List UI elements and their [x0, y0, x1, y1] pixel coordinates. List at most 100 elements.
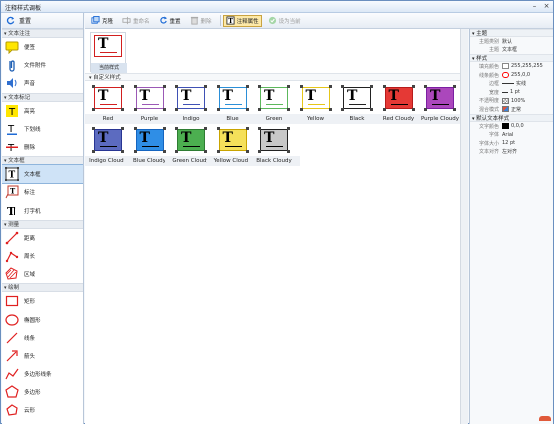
annotation-type-item[interactable]: T 高亮 [2, 102, 83, 120]
width-row[interactable]: 宽度 1 pt [470, 88, 553, 97]
ellipse-icon [5, 313, 19, 327]
properties-button[interactable]: T 注释属性 [222, 14, 262, 27]
style-swatch[interactable]: T Indigo Cloudy [85, 127, 134, 167]
annotation-style-palette-window: 注释样式调板 – × 重置 文本注注便签文件附件声音文本标记 T 高亮 T 下划线 T 删除… [0, 0, 554, 424]
current-style-preview[interactable]: T 当前样式 [90, 32, 127, 73]
rename-button[interactable]: 重命名 [119, 15, 153, 27]
annotation-type-item[interactable]: 箭头 [2, 347, 83, 365]
width-value: 1 pt [510, 89, 520, 96]
opacity-row[interactable]: 不透明度 100% [470, 97, 553, 106]
clone-button[interactable]: 克隆 [88, 15, 116, 27]
style-swatch[interactable]: T Purple Cloudy [414, 85, 466, 125]
style-swatch[interactable]: T Red Cloudy [372, 85, 425, 125]
opacity-checker-icon [502, 97, 509, 104]
style-thumbnail: T [299, 85, 332, 111]
fill-color-row[interactable]: 填充颜色 255,255,255 [470, 62, 553, 71]
annotation-type-label: 多边形 [24, 390, 41, 397]
category-header[interactable]: 测量 [2, 219, 83, 229]
typewriter-icon: T [5, 204, 19, 218]
custom-styles-section-header[interactable]: 自定义样式 [85, 73, 468, 81]
set-current-button[interactable]: 设为当前 [265, 15, 304, 27]
annotation-type-item[interactable]: 矩形 [2, 292, 83, 310]
annotation-type-label: 声音 [24, 81, 36, 88]
annotation-type-item[interactable]: 声音 [2, 74, 83, 92]
reset-all-button[interactable]: 重置 [2, 13, 83, 29]
svg-text:T: T [9, 171, 16, 181]
textbox-icon: T [5, 167, 19, 182]
delete-button[interactable]: 删除 [187, 15, 215, 27]
properties-icon: T [226, 16, 235, 25]
style-swatch[interactable]: T Black [331, 85, 383, 125]
font-size-row[interactable]: 字体大小 12 pt [470, 139, 553, 148]
line-color-swatch[interactable] [502, 72, 509, 79]
style-swatch[interactable]: T Blue Cloudy [123, 127, 176, 167]
width-key: 宽度 [488, 89, 499, 96]
close-icon[interactable]: × [540, 2, 553, 11]
style-swatch[interactable]: T Green Cloudy [165, 127, 217, 167]
category-header[interactable]: 文本框 [2, 156, 83, 166]
style-name: Black Cloudy [248, 156, 300, 166]
style-swatch[interactable]: T Red [85, 85, 134, 125]
annotation-type-item[interactable]: 多边形线条 [2, 365, 83, 383]
line-color-row[interactable]: 线条颜色 255,0,0 [470, 71, 553, 80]
align-value: 左对齐 [502, 149, 518, 156]
title-bar: 注释样式调板 – × [1, 1, 553, 13]
annotation-type-item[interactable]: 线条 [2, 329, 83, 347]
blend-mode-row[interactable]: 混合模式 正常 [470, 105, 553, 114]
annotation-type-item[interactable]: T 下划线 [2, 120, 83, 138]
current-style-thumbnail: T [94, 35, 122, 57]
area-icon [5, 267, 19, 281]
theme-properties: 主题类别 默认 主题 文本框 [470, 37, 553, 54]
style-thumbnail: T [341, 85, 373, 111]
style-swatch[interactable]: T Indigo [165, 85, 217, 125]
annotation-type-item[interactable]: 距离 [2, 229, 83, 247]
style-swatch[interactable]: T Yellow [289, 85, 342, 125]
annotation-type-item[interactable]: 椭圆形 [2, 310, 83, 328]
theme-section-header[interactable]: 主题 [470, 29, 553, 37]
style-thumbnail: T [424, 85, 456, 111]
annotation-type-item[interactable]: 文件附件 [2, 56, 83, 74]
reset-button[interactable]: 重置 [156, 15, 184, 27]
opacity-value: 100% [511, 97, 526, 104]
annotation-type-item[interactable]: T 标注 [2, 183, 83, 201]
paperclip-icon [5, 58, 19, 72]
annotation-type-item[interactable]: 铅笔 [2, 420, 83, 424]
border-row[interactable]: 边框 实线 [470, 79, 553, 88]
style-section-header[interactable]: 样式 [470, 54, 553, 63]
style-thumbnail: T [175, 85, 207, 111]
svg-text:T: T [7, 143, 15, 154]
theme-row[interactable]: 主题 文本框 [470, 46, 553, 55]
toolbar-separator [219, 15, 221, 26]
style-swatch[interactable]: T Purple [123, 85, 176, 125]
font-value: Arial [502, 131, 514, 138]
annotation-type-item[interactable]: 区域 [2, 265, 83, 283]
text-align-row[interactable]: 文本对齐 左对齐 [470, 148, 553, 157]
annotation-type-item[interactable]: 云形 [2, 401, 83, 419]
annotation-type-label: 文本框 [24, 172, 41, 179]
solid-line-icon [502, 83, 514, 85]
category-header[interactable]: 文本注注 [2, 29, 83, 38]
category-header[interactable]: 文本标记 [2, 92, 83, 102]
style-swatch[interactable]: T Yellow Cloudy [206, 127, 259, 167]
style-swatch[interactable]: T Green [248, 85, 300, 125]
text-color-key: 文字颜色 [478, 123, 499, 130]
gallery-scrollbar[interactable] [460, 29, 468, 424]
text-style-section-header[interactable]: 默认文本样式 [470, 113, 553, 122]
annotation-type-item[interactable]: T 删除 [2, 138, 83, 156]
refresh-icon [6, 16, 15, 25]
style-swatch[interactable]: T Blue [206, 85, 259, 125]
font-row[interactable]: 字体 Arial [470, 130, 553, 139]
style-swatch[interactable]: T Black Cloudy [248, 127, 300, 167]
annotation-type-item[interactable]: T 打字机 [2, 202, 83, 220]
text-color-swatch[interactable] [502, 123, 509, 130]
annotation-type-item[interactable]: 多边形 [2, 383, 83, 401]
annotation-type-item[interactable]: T 文本框 [2, 164, 83, 185]
svg-text:T: T [10, 187, 16, 196]
category-header[interactable]: 绘制 [2, 283, 83, 293]
fill-color-swatch[interactable] [502, 63, 509, 70]
theme-key: 主题 [488, 47, 499, 54]
text-color-row[interactable]: 文字颜色 0,0,0 [470, 122, 553, 131]
theme-row[interactable]: 主题类别 默认 [470, 37, 553, 46]
annotation-type-item[interactable]: 便签 [2, 38, 83, 56]
annotation-type-item[interactable]: 周长 [2, 247, 83, 265]
